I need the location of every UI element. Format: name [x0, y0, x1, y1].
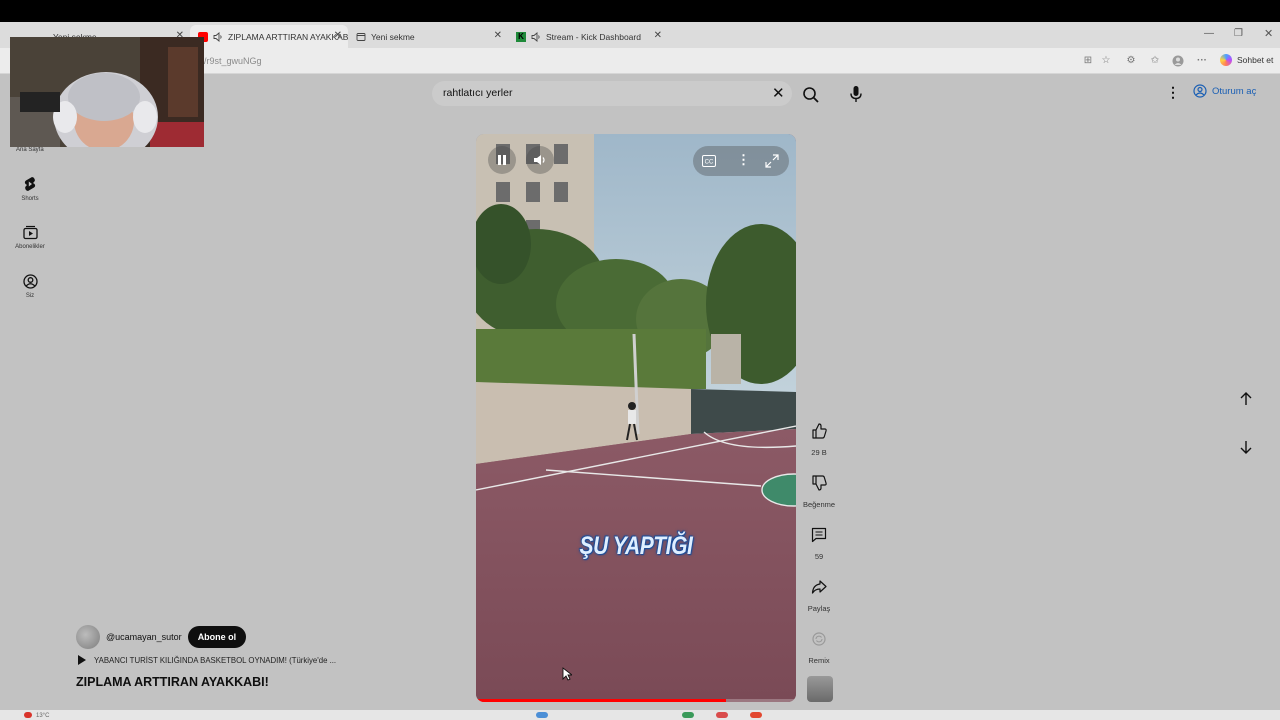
sidebar-item-you[interactable]: Siz	[4, 274, 56, 299]
remix-button[interactable]: Remix	[796, 631, 842, 665]
url-text[interactable]: /r9st_gwuNGg	[204, 56, 262, 66]
speaker-icon	[213, 31, 223, 42]
like-button[interactable]: 29 B	[796, 423, 842, 457]
account-icon	[22, 274, 38, 289]
video-progress-bar[interactable]	[476, 699, 796, 702]
tab-title: ZIPLAMA ARTTIRAN AYAKKABI	[228, 31, 348, 42]
search-input[interactable]: rahtlatıcı yerler	[443, 87, 512, 99]
sidebar-item-subscriptions[interactable]: Abonelikler	[4, 225, 56, 250]
remix-icon	[812, 632, 826, 646]
search-icon[interactable]	[802, 86, 820, 104]
tab-4[interactable]: K Stream - Kick Dashboard ✕	[508, 25, 668, 48]
channel-name[interactable]: @ucamayan_sutor	[106, 632, 182, 642]
tab-title: Yeni sekme	[371, 31, 415, 42]
like-count: 29 B	[811, 448, 827, 457]
thumbs-down-icon	[812, 475, 827, 491]
more-options-icon[interactable]: ⋮	[737, 152, 750, 168]
short-video-player[interactable]: CC ⋮ ŞU YAPTIĞI	[476, 134, 796, 702]
extensions-icon[interactable]: ⚙	[1125, 55, 1137, 67]
dislike-button[interactable]: Beğenme	[796, 475, 842, 509]
microphone-icon[interactable]	[848, 85, 864, 103]
speaker-icon	[531, 31, 541, 42]
subscribe-button[interactable]: Abone ol	[187, 626, 247, 648]
tab-title: Stream - Kick Dashboard	[546, 31, 641, 42]
weather-text: 13°C	[36, 713, 50, 719]
sidebar-item-label: Abonelikler	[15, 244, 45, 250]
share-label: Paylaş	[807, 604, 831, 613]
captions-icon[interactable]: CC	[702, 154, 716, 172]
app-install-icon[interactable]: ⊞	[1082, 55, 1094, 67]
play-icon	[78, 655, 86, 665]
restore-icon[interactable]: ❐	[1234, 28, 1243, 39]
subscriptions-icon	[22, 225, 38, 240]
comment-icon	[811, 527, 827, 543]
next-short-button[interactable]	[1234, 435, 1258, 459]
arrow-up-icon	[1240, 392, 1252, 405]
svg-text:CC: CC	[705, 160, 714, 166]
profile-icon[interactable]	[1172, 55, 1184, 67]
signin-label: Oturum aç	[1212, 85, 1257, 97]
volume-button[interactable]	[526, 146, 554, 174]
weather-icon[interactable]	[24, 712, 32, 718]
copilot-chat-button[interactable]: Sohbet et	[1220, 54, 1273, 66]
search-box[interactable]: rahtlatıcı yerler ✕	[432, 81, 792, 106]
new-tab-icon	[356, 32, 366, 42]
shorts-icon	[24, 177, 36, 191]
comments-button[interactable]: 59	[796, 527, 842, 561]
close-icon[interactable]: ✕	[654, 30, 662, 41]
thumbs-up-icon	[812, 423, 827, 439]
favorite-star-icon[interactable]: ☆	[1100, 55, 1112, 67]
audio-thumbnail[interactable]	[807, 676, 833, 702]
tab-3[interactable]: Yeni sekme ✕	[348, 25, 508, 48]
dislike-label: Beğenme	[802, 500, 836, 509]
share-icon	[811, 580, 827, 594]
favorites-icon[interactable]: ✩	[1149, 55, 1161, 67]
taskbar-app-icon[interactable]	[750, 712, 762, 718]
volume-icon	[534, 155, 545, 165]
sidebar-item-home[interactable]: Ana Sayfa	[16, 147, 44, 153]
close-window-icon[interactable]: ✕	[1264, 27, 1273, 40]
related-video-title: YABANCI TURİST KILIĞINDA BASKETBOL OYNAD…	[94, 655, 337, 665]
fullscreen-icon[interactable]	[765, 154, 779, 173]
taskbar-app-icon[interactable]	[716, 712, 728, 718]
short-title: ZIPLAMA ARTTIRAN AYAKKABI!	[76, 675, 269, 689]
clear-search-icon[interactable]: ✕	[772, 84, 785, 102]
related-video-link[interactable]: YABANCI TURİST KILIĞINDA BASKETBOL OYNAD…	[78, 655, 336, 665]
pause-icon	[498, 155, 506, 165]
webcam-overlay	[10, 37, 204, 147]
settings-more-icon[interactable]: ⋮	[1166, 85, 1180, 99]
video-controls-group: CC ⋮	[693, 146, 789, 176]
previous-short-button[interactable]	[1234, 387, 1258, 411]
channel-avatar[interactable]	[76, 625, 100, 649]
close-icon[interactable]: ✕	[334, 30, 342, 41]
channel-row: @ucamayan_sutor Abone ol	[76, 625, 247, 649]
youtube-page: rahtlatıcı yerler ✕ ⋮ Oturum aç Ana Sayf…	[0, 74, 1280, 710]
sidebar-item-label: Shorts	[21, 196, 39, 202]
video-progress-fill	[476, 699, 726, 702]
account-circle-icon	[1193, 84, 1207, 98]
sidebar-item-shorts[interactable]: Shorts	[4, 176, 56, 202]
signin-button[interactable]: Oturum aç	[1193, 84, 1256, 98]
more-menu-icon[interactable]: ···	[1196, 55, 1208, 67]
arrow-down-icon	[1240, 441, 1252, 454]
share-button[interactable]: Paylaş	[796, 579, 842, 613]
comments-count: 59	[814, 552, 824, 561]
minimize-icon[interactable]: —	[1204, 28, 1214, 39]
copilot-icon	[1220, 54, 1232, 66]
pause-button[interactable]	[488, 146, 516, 174]
screen-top-border	[0, 0, 1280, 22]
sidebar-item-label: Siz	[25, 293, 35, 299]
video-caption-text: ŞU YAPTIĞI	[579, 532, 693, 560]
close-icon[interactable]: ✕	[494, 30, 502, 41]
kick-favicon-icon: K	[516, 31, 526, 42]
video-frame	[476, 134, 796, 702]
taskbar-app-icon[interactable]	[536, 712, 548, 718]
chat-label: Sohbet et	[1237, 55, 1274, 65]
remix-label: Remix	[808, 656, 830, 665]
os-taskbar: 13°C	[0, 710, 1280, 720]
taskbar-app-icon[interactable]	[682, 712, 694, 718]
tab-2-active[interactable]: ZIPLAMA ARTTIRAN AYAKKABI ✕	[190, 25, 348, 48]
mouse-cursor-icon	[562, 667, 572, 681]
